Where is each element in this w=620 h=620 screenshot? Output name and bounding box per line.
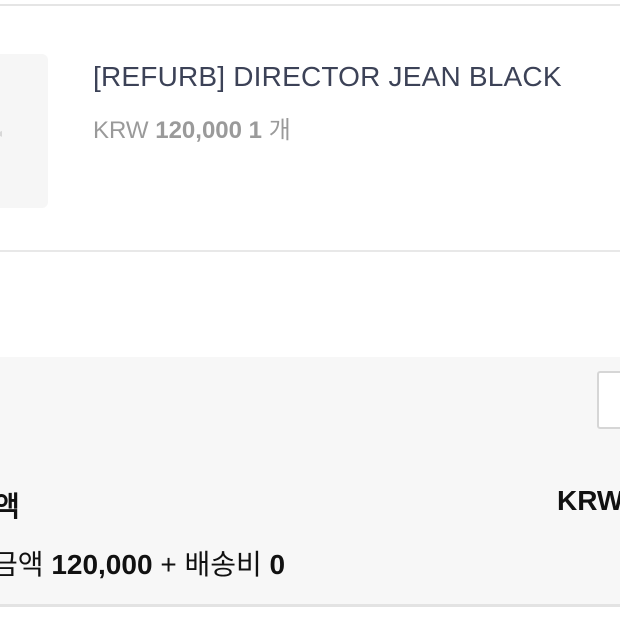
total-amount-value: KRW (557, 485, 620, 516)
payment-summary-panel: 액 KRW 금액 120,000 + 배송비 0 (0, 357, 620, 605)
placeholder-image-icon: ◂ (0, 127, 4, 139)
breakdown-product-amount: 120,000 (51, 549, 153, 580)
breakdown-shipping-amount: 0 (269, 549, 286, 580)
product-name: [REFURB] DIRECTOR JEAN BLACK (93, 61, 562, 92)
product-price: 120,000 (155, 117, 242, 144)
product-quantity: 1 (248, 117, 263, 144)
summary-action-button[interactable] (597, 371, 620, 429)
breakdown-plus: + (160, 549, 177, 580)
total-breakdown: 금액 120,000 + 배송비 0 (0, 543, 285, 583)
summary-bottom-divider (0, 604, 620, 607)
product-price-row: KRW 120,000 1 개 (93, 110, 291, 145)
product-divider (0, 250, 620, 252)
breakdown-product-label: 금액 (0, 549, 44, 580)
total-amount-label: 액 (0, 491, 20, 522)
breakdown-shipping-label: 배송비 (184, 549, 262, 580)
product-card: ◂ [REFURB] DIRECTOR JEAN BLACK KRW 120,0… (0, 6, 620, 250)
product-quantity-unit: 개 (268, 117, 291, 144)
order-summary-screen: ◂ [REFURB] DIRECTOR JEAN BLACK KRW 120,0… (0, 0, 620, 620)
product-thumbnail: ◂ (0, 54, 48, 208)
product-currency: KRW (93, 117, 149, 144)
